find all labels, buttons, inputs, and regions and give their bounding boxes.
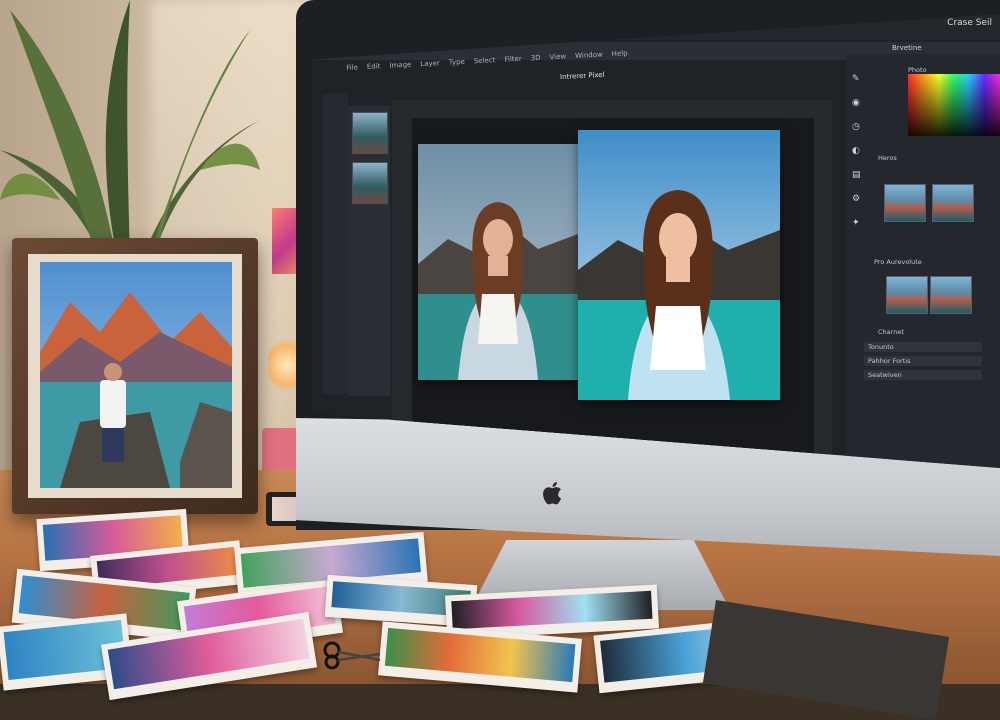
panel-tab[interactable]: Brvetine <box>892 44 922 52</box>
preset-thumbnail[interactable] <box>930 276 972 314</box>
eyedropper-icon[interactable]: ✎ <box>852 74 862 84</box>
layers-icon[interactable]: ▤ <box>852 170 862 180</box>
app-menu-item[interactable]: Edit <box>367 62 381 71</box>
color-picker-shade <box>908 74 1000 136</box>
framed-landscape-photo <box>40 262 232 488</box>
app-menu-item[interactable]: View <box>549 52 566 61</box>
layer-row[interactable]: Pahhor Fortis <box>864 356 982 366</box>
thumbnail-item[interactable] <box>352 112 388 154</box>
document-title[interactable]: Intrerer Pixel <box>560 71 605 81</box>
app-menu-item[interactable]: Image <box>389 61 411 70</box>
panel-title-photo: Photo <box>908 66 927 74</box>
photo-after-edit[interactable] <box>578 130 780 400</box>
brush-icon[interactable]: ◉ <box>852 98 862 108</box>
layer-row[interactable]: Seatwiven <box>864 370 982 380</box>
app-menu-item[interactable]: 3D <box>531 54 541 63</box>
preset-thumbnail[interactable] <box>884 184 926 222</box>
layer-row-label: Tonunto <box>868 343 894 351</box>
app-menu-item[interactable]: Help <box>611 49 627 58</box>
layer-row-label: Seatwiven <box>868 371 902 379</box>
os-menu-text[interactable]: Crase Seil <box>947 18 992 28</box>
thumbnail-column <box>348 106 390 396</box>
preset-thumbnail[interactable] <box>886 276 928 314</box>
app-menu-item[interactable]: Layer <box>420 59 440 68</box>
scissors-icon <box>323 641 381 670</box>
monitor-screen: Crase Seil File Edit Image Layer Type Select F… <box>312 14 1000 468</box>
preset-thumbnail[interactable] <box>932 184 974 222</box>
settings-icon[interactable]: ⚙ <box>852 194 862 204</box>
star-icon[interactable]: ✦ <box>852 218 862 228</box>
panel-title-heros: Heros <box>878 154 897 162</box>
app-menu-item[interactable]: Filter <box>504 55 522 64</box>
adjust-icon[interactable]: ◐ <box>852 146 862 156</box>
photo-before-edit[interactable] <box>418 144 578 380</box>
apple-logo-icon <box>543 482 561 505</box>
thumbnail-item[interactable] <box>352 162 388 204</box>
layer-row[interactable]: Tonunto <box>864 342 982 352</box>
panel-title-charnet: Charnet <box>878 328 904 336</box>
app-menu-item[interactable]: Window <box>575 51 603 60</box>
panel-title-pro: Pro Aurevolute <box>874 258 922 266</box>
tool-strip <box>322 94 348 394</box>
app-menu-item[interactable]: Type <box>449 58 465 67</box>
history-icon[interactable]: ◷ <box>852 122 862 132</box>
layer-row-label: Pahhor Fortis <box>868 357 911 365</box>
app-menu-item[interactable]: Select <box>474 56 496 65</box>
app-menu-item[interactable]: File <box>346 63 358 72</box>
